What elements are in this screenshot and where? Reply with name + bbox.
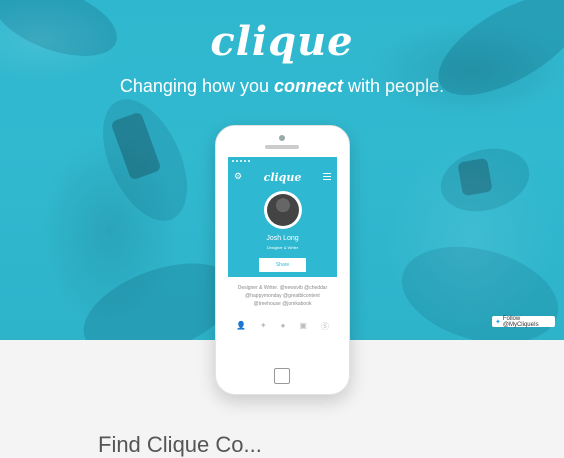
phone-screen: ⚙ clique Josh Long Designer & Writer Sha… <box>228 157 337 355</box>
twitter-icon[interactable]: ✦ <box>260 321 267 332</box>
instagram-icon[interactable]: ▣ <box>299 321 307 332</box>
status-bar <box>228 157 337 165</box>
background-person <box>433 139 537 221</box>
menu-icon[interactable] <box>323 173 331 182</box>
tagline: Changing how you connect with people. <box>0 76 564 97</box>
tagline-emphasis: connect <box>274 76 344 96</box>
app-logo: clique <box>263 171 302 184</box>
brand-logo[interactable]: clique <box>0 18 564 65</box>
signal-dot <box>244 160 246 162</box>
phone-camera <box>279 135 285 141</box>
profile-name: Josh Long <box>266 235 299 242</box>
section-heading: Find Clique Co... <box>98 432 262 457</box>
signal-dot <box>248 160 250 162</box>
profile-role: Designer & Writer <box>266 245 299 250</box>
background-person <box>0 0 127 71</box>
tagline-before: Changing how you <box>119 76 274 96</box>
twitter-follow-button[interactable]: ✦ Follow @MyCliqueIs <box>492 315 555 328</box>
phone-speaker <box>265 145 299 149</box>
share-button[interactable]: Share <box>259 258 306 272</box>
signal-dot <box>240 160 242 162</box>
github-icon[interactable]: ● <box>281 321 286 332</box>
background-person <box>391 230 564 340</box>
phone-mockup: ⚙ clique Josh Long Designer & Writer Sha… <box>215 125 350 395</box>
twitter-bird-icon: ✦ <box>495 318 501 326</box>
background-phone <box>110 111 162 181</box>
signal-dot <box>236 160 238 162</box>
skype-icon[interactable]: Ⓢ <box>321 321 329 332</box>
avatar <box>264 191 302 229</box>
social-icons: 👤 ✦ ● ▣ Ⓢ <box>236 321 329 332</box>
twitter-follow-label: Follow @MyCliqueIs <box>502 315 539 328</box>
profile-header: ⚙ clique Josh Long Designer & Writer Sha… <box>228 165 337 277</box>
background-person <box>423 0 564 116</box>
tagline-after: with people. <box>343 76 445 96</box>
signal-dot <box>232 160 234 162</box>
background-phone <box>457 157 493 197</box>
background-person <box>85 86 205 234</box>
profile-bio: Designer & Writer. @newsvib @cheddar @ha… <box>237 285 328 307</box>
user-icon[interactable]: 👤 <box>236 321 246 332</box>
home-button[interactable] <box>274 368 290 384</box>
